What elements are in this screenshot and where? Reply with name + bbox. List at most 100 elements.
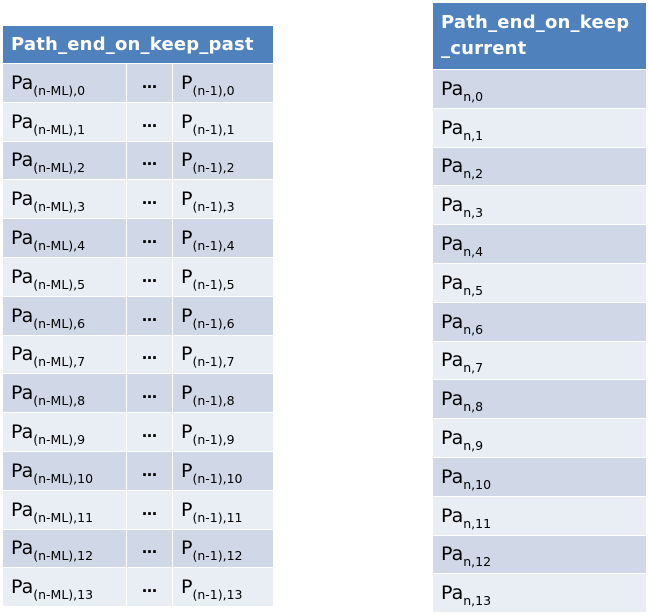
past-cell-previous: P(n-1),0 xyxy=(171,63,275,103)
cell-base: P xyxy=(181,110,193,133)
current-cell: Pan,9 xyxy=(432,418,647,458)
current-table-row: Pan,4 xyxy=(432,224,647,264)
ellipsis: … xyxy=(142,539,157,558)
ellipsis: … xyxy=(142,345,157,364)
current-cell: Pan,13 xyxy=(432,573,647,614)
current-table-row: Pan,3 xyxy=(432,185,647,226)
past-cell-ellipsis: … xyxy=(126,256,173,297)
current-table-header-row: Path_end_on_keep _current xyxy=(432,2,647,70)
past-cell-previous: P(n-1),1 xyxy=(171,101,275,142)
current-cell: Pan,7 xyxy=(432,340,647,381)
cell-subscript: (n-1),6 xyxy=(192,315,235,331)
past-cell-oldest: Pa(n-ML),1 xyxy=(2,101,127,142)
cell-subscript: (n-1),1 xyxy=(192,121,235,137)
past-cell-ellipsis: … xyxy=(126,334,173,375)
cell-subscript: n,0 xyxy=(463,88,484,104)
past-table-row: Pa(n-ML),13 … P(n-1),13 xyxy=(2,567,275,608)
cell-base: Pa xyxy=(441,271,464,294)
cell-subscript: n,4 xyxy=(463,244,484,260)
current-table-row: Pan,0 xyxy=(432,69,647,109)
past-table-row: Pa(n-ML),5 … P(n-1),5 xyxy=(2,256,275,297)
cell-base: Pa xyxy=(11,343,34,366)
past-cell-ellipsis: … xyxy=(126,101,173,142)
cell-base: Pa xyxy=(441,504,464,527)
current-cell: Pan,11 xyxy=(432,495,647,536)
cell-subscript: (n-1),9 xyxy=(192,432,235,448)
path-end-on-keep-current-table: Path_end_on_keep _current Pan,0 Pan,1 Pan,… xyxy=(432,2,647,614)
past-cell-ellipsis: … xyxy=(126,412,173,452)
cell-base: P xyxy=(181,304,193,327)
past-cell-oldest: Pa(n-ML),4 xyxy=(2,218,127,258)
past-table-body: Pa(n-ML),0… P(n-1),0 Pa(n-ML),1… P(n-1),1 Pa… xyxy=(2,63,275,608)
cell-base: Pa xyxy=(11,382,34,405)
cell-subscript: (n-ML),4 xyxy=(33,238,86,254)
current-table-row: Pan,10 xyxy=(432,456,647,497)
cell-base: Pa xyxy=(11,110,34,133)
cell-subscript: (n-1),4 xyxy=(192,238,235,254)
cell-subscript: (n-1),0 xyxy=(192,82,235,98)
cell-subscript: (n-ML),3 xyxy=(33,199,86,215)
cell-subscript: (n-ML),10 xyxy=(33,470,94,486)
past-cell-previous: P(n-1),8 xyxy=(171,373,275,414)
ellipsis: … xyxy=(142,190,157,209)
ellipsis: … xyxy=(142,267,157,286)
current-table-row: Pan,6 xyxy=(432,301,647,342)
past-cell-oldest: Pa(n-ML),12 xyxy=(2,528,127,569)
past-cell-oldest: Pa(n-ML),0 xyxy=(2,63,127,103)
cell-base: Pa xyxy=(11,421,34,444)
cell-base: P xyxy=(181,459,193,482)
cell-subscript: n,1 xyxy=(463,127,484,143)
ellipsis: … xyxy=(142,73,157,92)
past-table-row: Pa(n-ML),12 … P(n-1),12 xyxy=(2,528,275,569)
cell-base: P xyxy=(181,188,193,211)
current-header-line1: Path_end_on_keep xyxy=(441,12,630,33)
cell-subscript: n,7 xyxy=(463,360,484,376)
cell-base: P xyxy=(181,227,193,250)
cell-base: P xyxy=(181,576,193,599)
past-cell-previous: P(n-1),4 xyxy=(171,218,275,258)
cell-base: Pa xyxy=(441,349,464,372)
cell-base: Pa xyxy=(441,116,464,139)
past-cell-ellipsis: … xyxy=(126,450,173,491)
cell-subscript: n,5 xyxy=(463,282,484,298)
past-cell-oldest: Pa(n-ML),2 xyxy=(2,140,127,181)
cell-subscript: (n-1),10 xyxy=(192,470,243,486)
past-table-row: Pa(n-ML),8 … P(n-1),8 xyxy=(2,373,275,414)
past-cell-ellipsis: … xyxy=(126,218,173,258)
cell-subscript: (n-1),12 xyxy=(192,548,243,564)
ellipsis: … xyxy=(142,384,157,403)
past-table-row: Pa(n-ML),0 … P(n-1),0 xyxy=(2,63,275,103)
past-table-header-row: Path_end_on_keep_past xyxy=(1,25,275,64)
current-table-row: Pan,11 xyxy=(432,495,647,536)
past-cell-previous: P(n-1),6 xyxy=(171,295,275,336)
current-cell: Pan,8 xyxy=(432,379,647,420)
cell-subscript: (n-1),2 xyxy=(192,160,235,176)
cell-base: P xyxy=(181,343,193,366)
cell-subscript: (n-ML),11 xyxy=(33,509,94,525)
past-table-row: Pa(n-ML),10 … P(n-1),10 xyxy=(2,450,275,491)
ellipsis: … xyxy=(142,229,157,248)
current-cell: Pan,4 xyxy=(432,224,647,264)
ellipsis: … xyxy=(142,151,157,170)
past-cell-previous: P(n-1),12 xyxy=(171,528,275,569)
current-header-line2: _current xyxy=(441,38,527,59)
past-cell-oldest: Pa(n-ML),6 xyxy=(2,295,127,336)
ellipsis: … xyxy=(142,112,157,131)
past-cell-ellipsis: … xyxy=(126,140,173,181)
path-end-on-keep-past-table: Path_end_on_keep_past Pa(n-ML),0… P(n-1),… xyxy=(1,25,275,608)
cell-base: Pa xyxy=(441,388,464,411)
ellipsis: … xyxy=(142,423,157,442)
cell-base: Pa xyxy=(11,576,34,599)
current-cell: Pan,2 xyxy=(432,146,647,187)
current-cell: Pan,3 xyxy=(432,185,647,226)
ellipsis: … xyxy=(142,500,157,519)
current-table-row: Pan,13 xyxy=(432,573,647,614)
current-table-row: Pan,5 xyxy=(432,262,647,303)
cell-subscript: (n-1),11 xyxy=(192,509,243,525)
cell-base: Pa xyxy=(441,582,464,605)
current-table-row: Pan,9 xyxy=(432,418,647,458)
cell-base: Pa xyxy=(441,310,464,333)
ellipsis: … xyxy=(142,461,157,480)
current-cell: Pan,5 xyxy=(432,262,647,303)
past-table-row: Pa(n-ML),3 … P(n-1),3 xyxy=(2,179,275,220)
